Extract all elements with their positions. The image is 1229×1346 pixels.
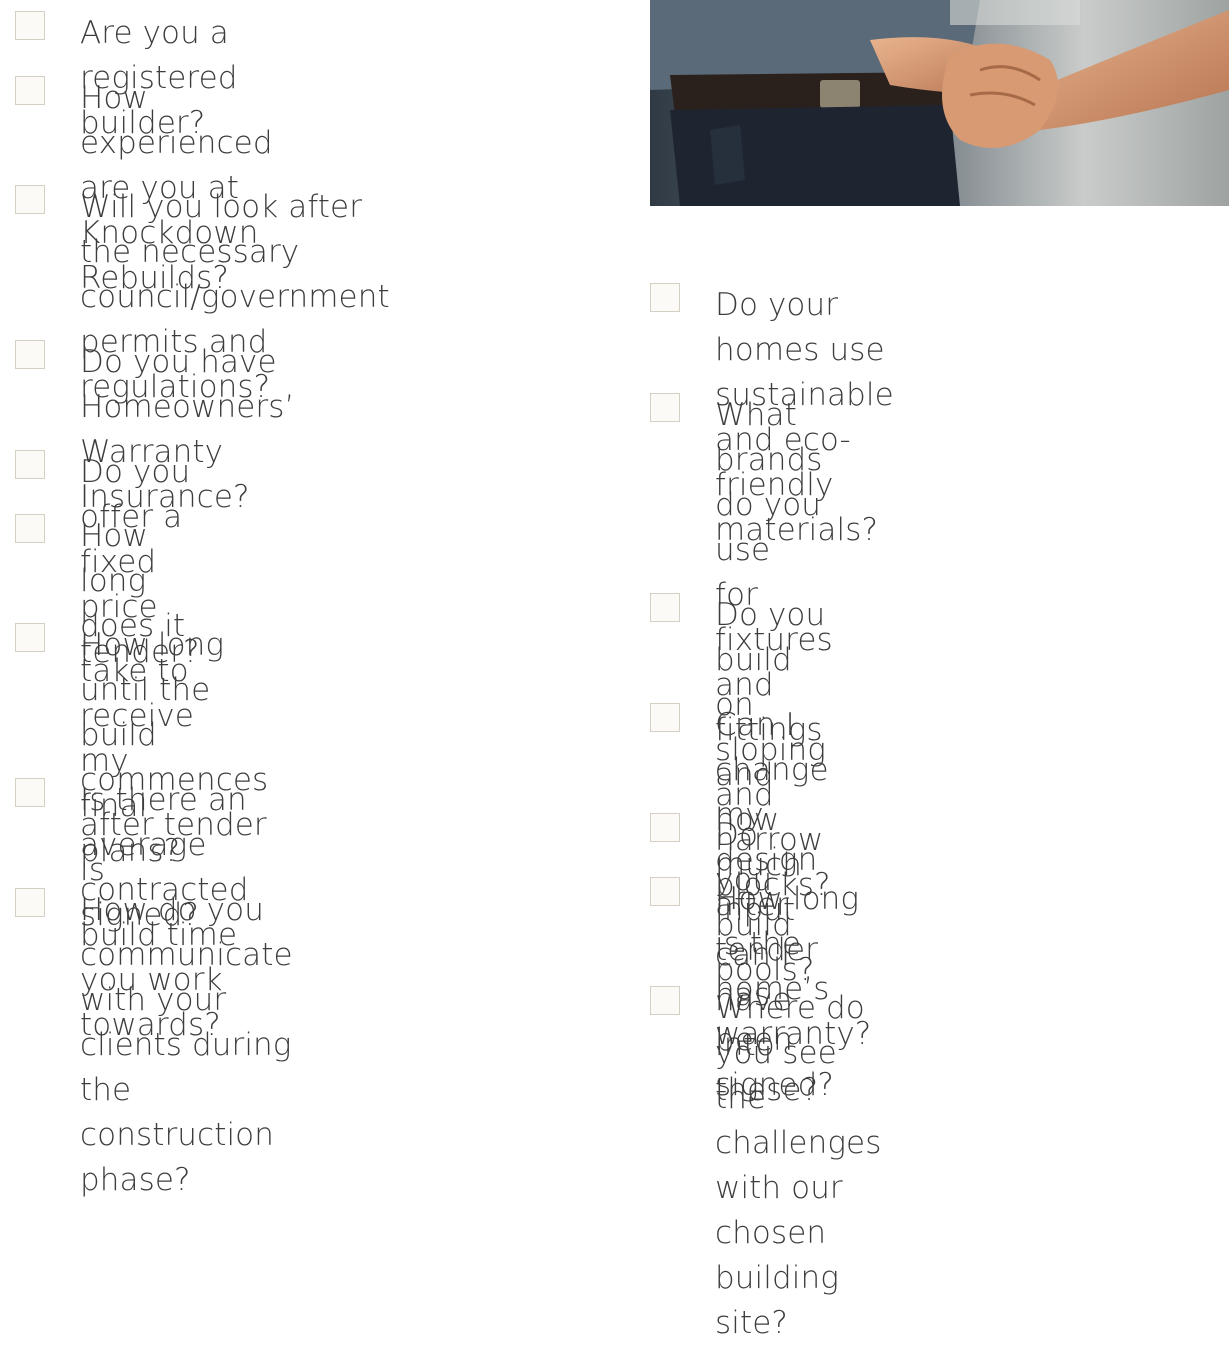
checkbox[interactable] <box>15 514 45 543</box>
checkbox[interactable] <box>15 623 45 652</box>
checkbox[interactable] <box>650 593 680 622</box>
checkbox[interactable] <box>650 703 680 732</box>
checkbox[interactable] <box>650 813 680 842</box>
question-label: Where do you see the challenges with our… <box>715 990 882 1341</box>
checkbox[interactable] <box>650 877 680 906</box>
question-label: How do you communicate with your clients… <box>80 892 293 1198</box>
checkbox[interactable] <box>15 185 45 214</box>
checkbox[interactable] <box>15 76 45 105</box>
checkbox[interactable] <box>15 450 45 479</box>
checkbox[interactable] <box>15 888 45 917</box>
checkbox[interactable] <box>650 393 680 422</box>
handshake-photo <box>650 0 1229 206</box>
checkbox[interactable] <box>15 778 45 807</box>
checkbox[interactable] <box>15 340 45 369</box>
handshake-image <box>650 0 1229 206</box>
checkbox[interactable] <box>650 986 680 1015</box>
checkbox[interactable] <box>650 283 680 312</box>
checkbox[interactable] <box>15 11 45 40</box>
